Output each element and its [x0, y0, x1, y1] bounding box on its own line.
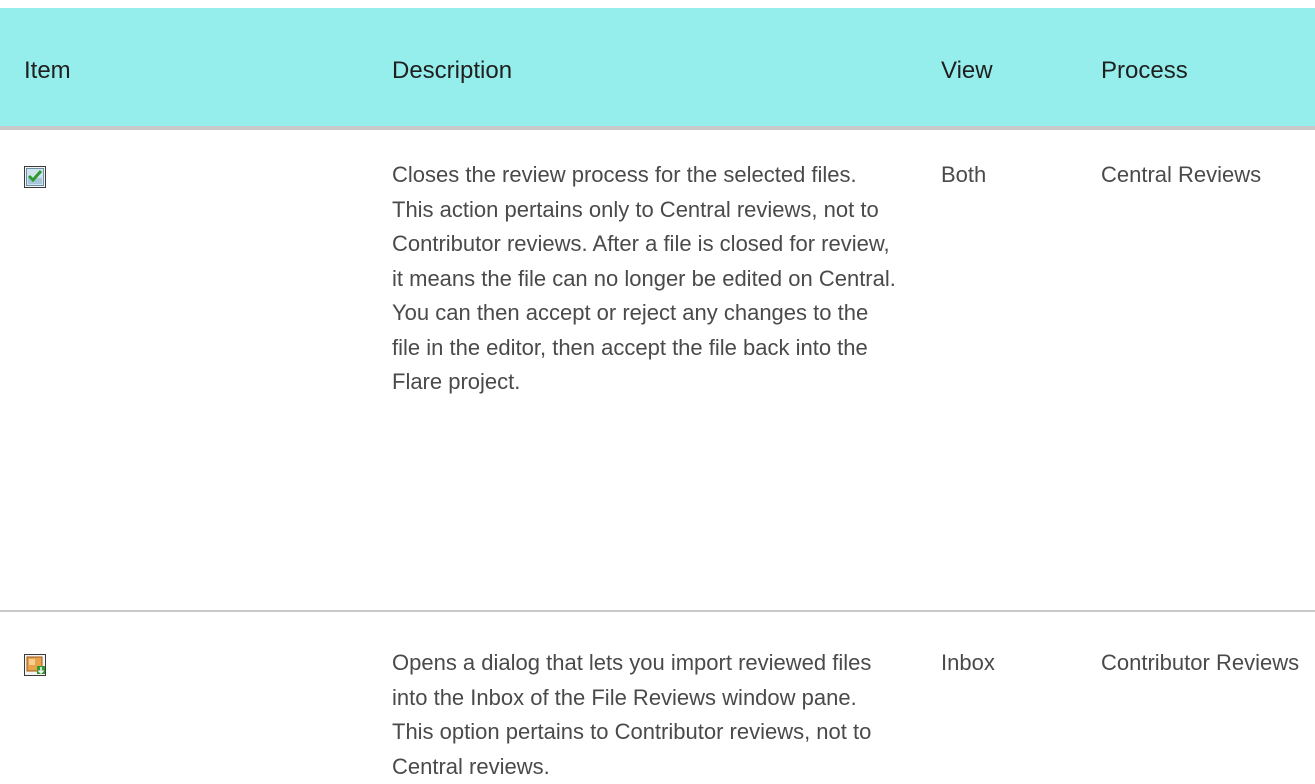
close-review-icon — [24, 166, 46, 188]
header-process: Process — [1101, 57, 1188, 84]
header-view: View — [941, 57, 993, 84]
table-header: Item Description View Process — [0, 8, 1315, 130]
import-reviewed-files-icon — [24, 654, 46, 676]
row-process: Contributor Reviews — [1101, 650, 1300, 675]
row-view: Both — [941, 162, 987, 187]
header-description: Description — [392, 57, 513, 84]
header-item: Item — [24, 57, 71, 84]
row-description: Closes the review process for the select… — [392, 162, 896, 394]
reviews-table: Item Description View Process Closes the… — [0, 8, 1315, 779]
row-description: Opens a dialog that lets you import revi… — [392, 650, 872, 779]
row-view: Inbox — [941, 650, 995, 675]
table-row: Closes the review process for the select… — [0, 130, 1315, 612]
table-row: Opens a dialog that lets you import revi… — [0, 612, 1315, 779]
row-process: Central Reviews — [1101, 162, 1262, 187]
